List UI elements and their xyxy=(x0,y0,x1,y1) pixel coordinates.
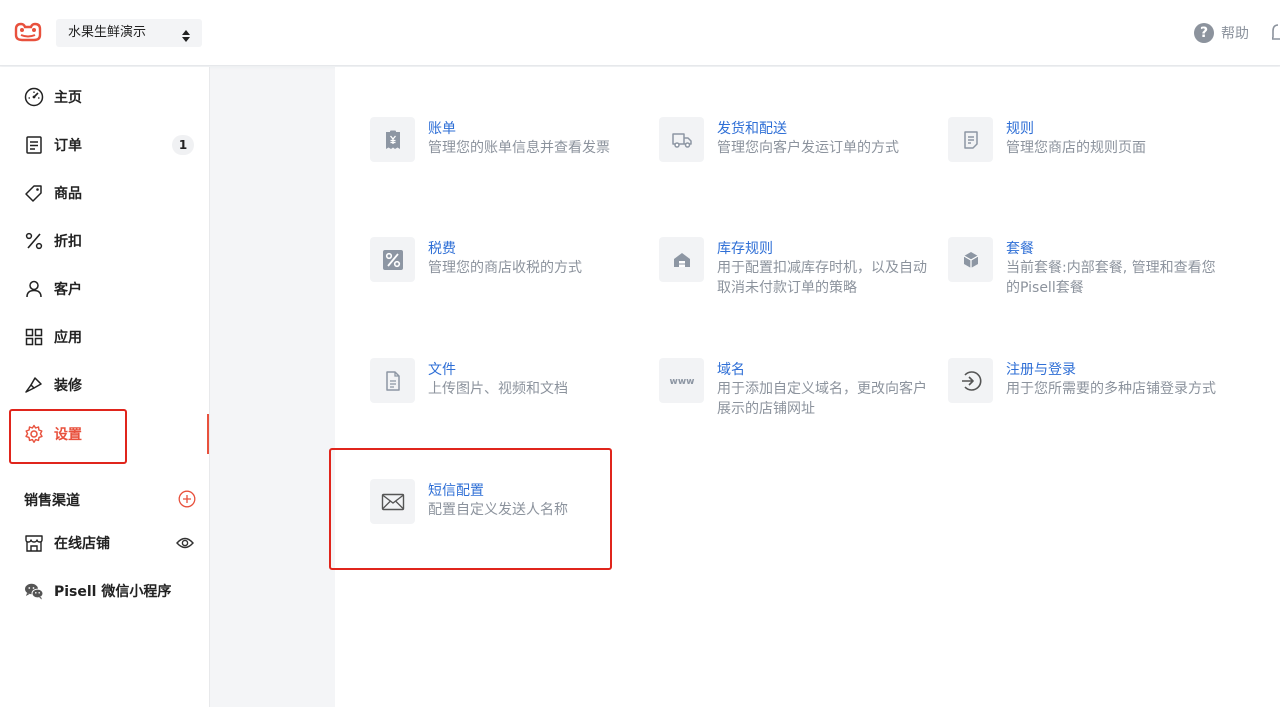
order-icon xyxy=(24,135,44,155)
sidebar-item-online-store[interactable]: 在线店铺 xyxy=(0,519,208,567)
sidebar-item-label: 应用 xyxy=(54,330,82,346)
sidebar-item-discounts[interactable]: 折扣 xyxy=(0,217,208,265)
gear-icon xyxy=(24,424,44,444)
card-title: 账单 xyxy=(428,121,456,137)
card-description: 用于添加自定义域名，更改向客户展示的店铺网址 xyxy=(717,381,927,417)
percent-tile-icon xyxy=(370,237,415,282)
sidebar-item-label: Pisell 微信小程序 xyxy=(54,584,172,600)
mail-icon xyxy=(370,479,415,524)
wechat-icon xyxy=(24,581,44,601)
sidebar-item-label: 折扣 xyxy=(54,234,82,250)
store-icon xyxy=(24,533,44,553)
warehouse-icon xyxy=(659,237,704,282)
active-indicator xyxy=(207,414,209,454)
sidebar-item-home[interactable]: 主页 xyxy=(0,73,208,121)
sidebar-item-label: 主页 xyxy=(54,90,82,106)
sidebar-item-label: 商品 xyxy=(54,186,82,202)
apps-icon xyxy=(24,327,44,347)
card-title: 规则 xyxy=(1006,121,1034,137)
settings-panel: 账单 管理您的账单信息并查看发票 发货和配送 管理您向客户发运订单的方式 规则 … xyxy=(335,67,1280,707)
help-icon: ? xyxy=(1194,23,1214,43)
card-description: 管理您商店的规则页面 xyxy=(1006,140,1146,156)
sidebar-item-label: 在线店铺 xyxy=(54,536,110,552)
eye-icon[interactable] xyxy=(176,535,194,549)
card-title: 文件 xyxy=(428,362,456,378)
sales-channels-title: 销售渠道 xyxy=(24,493,80,509)
dashboard-icon xyxy=(24,87,44,107)
help-label: 帮助 xyxy=(1221,26,1249,42)
card-title: 注册与登录 xyxy=(1006,362,1076,378)
card-title: 域名 xyxy=(717,362,745,378)
sidebar-item-label: 客户 xyxy=(54,282,82,298)
card-description: 上传图片、视频和文档 xyxy=(428,381,568,397)
sort-caret-icon xyxy=(182,26,190,42)
card-title: 税费 xyxy=(428,241,456,257)
card-description: 管理您的账单信息并查看发票 xyxy=(428,140,610,156)
card-description: 当前套餐:内部套餐, 管理和查看您的Pisell套餐 xyxy=(1006,260,1216,296)
card-description: 用于配置扣减库存时机，以及自动取消未付款订单的策略 xyxy=(717,260,927,296)
bill-icon xyxy=(370,117,415,162)
svg-text:www: www xyxy=(669,377,694,386)
sidebar: 主页 订单 1 商品 折扣 客户 应用 装修 设置 销售渠道 在线店铺 Pise… xyxy=(0,67,210,707)
user-icon xyxy=(24,279,44,299)
sidebar-item-customers[interactable]: 客户 xyxy=(0,265,208,313)
card-description: 管理您的商店收税的方式 xyxy=(428,260,582,276)
domain-icon: www xyxy=(659,358,704,403)
card-title: 库存规则 xyxy=(717,241,773,257)
sidebar-item-label: 装修 xyxy=(54,378,82,394)
card-title: 套餐 xyxy=(1006,241,1034,257)
add-channel-icon[interactable] xyxy=(178,490,196,508)
card-title: 短信配置 xyxy=(428,483,484,499)
sidebar-item-wechat-miniprogram[interactable]: Pisell 微信小程序 xyxy=(0,567,208,615)
order-count-badge: 1 xyxy=(172,135,194,155)
bell-icon[interactable] xyxy=(1270,22,1280,42)
file-icon xyxy=(370,358,415,403)
card-description: 用于您所需要的多种店铺登录方式 xyxy=(1006,381,1216,397)
sidebar-item-settings[interactable]: 设置 xyxy=(0,410,208,458)
login-icon xyxy=(948,358,993,403)
sidebar-item-decoration[interactable]: 装修 xyxy=(0,361,208,409)
rules-icon xyxy=(948,117,993,162)
package-icon xyxy=(948,237,993,282)
sidebar-item-orders[interactable]: 订单 1 xyxy=(0,121,208,169)
card-description: 管理您向客户发运订单的方式 xyxy=(717,140,899,156)
truck-icon xyxy=(659,117,704,162)
percent-icon xyxy=(24,231,44,251)
sidebar-item-products[interactable]: 商品 xyxy=(0,169,208,217)
help-link[interactable]: ? 帮助 xyxy=(1194,22,1249,44)
logo-icon[interactable] xyxy=(12,20,44,46)
top-bar: 水果生鲜演示 ? 帮助 xyxy=(0,0,1280,66)
brush-icon xyxy=(24,375,44,395)
card-description: 配置自定义发送人名称 xyxy=(428,502,568,518)
store-selector[interactable]: 水果生鲜演示 xyxy=(56,19,202,47)
sidebar-item-label: 订单 xyxy=(54,138,82,154)
sidebar-item-apps[interactable]: 应用 xyxy=(0,313,208,361)
tag-icon xyxy=(24,183,44,203)
store-name: 水果生鲜演示 xyxy=(68,25,147,40)
sidebar-item-label: 设置 xyxy=(54,427,82,443)
card-title: 发货和配送 xyxy=(717,121,787,137)
